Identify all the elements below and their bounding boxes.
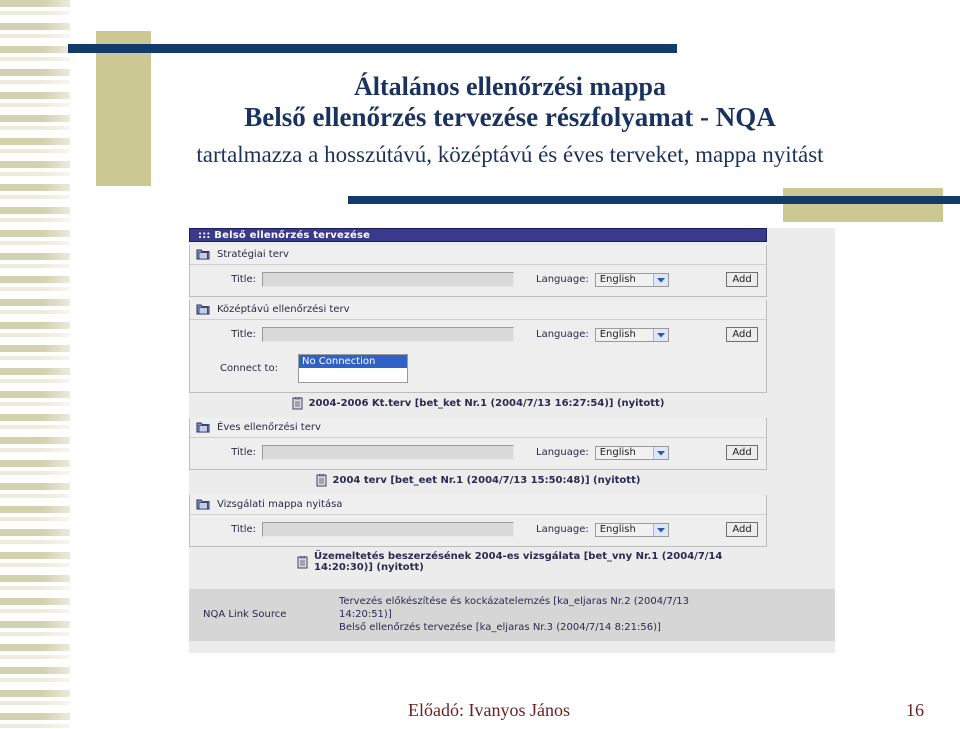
connect-row: Connect to: No Connection [198,354,758,383]
language-select[interactable]: English [594,327,669,342]
add-button[interactable]: Add [726,522,758,537]
footer-page-number: 16 [906,700,924,720]
language-value: English [599,329,636,340]
decorative-khaki-block-right [783,188,943,222]
section-header: Középtávú ellenőrzési terv [190,300,766,320]
decorative-navy-rule-bottom [348,196,960,204]
language-label: Language: [536,274,589,285]
section-strategiai-terv: Stratégiai terv Title: Language: English… [189,245,767,297]
language-label: Language: [536,447,589,458]
connect-to-listbox[interactable]: No Connection [298,354,408,383]
list-item[interactable] [299,368,407,382]
document-label: Üzemeltetés beszerzésének 2004-es vizsgá… [314,551,723,573]
nqa-link-source-row: NQA Link Source Tervezés előkészítése és… [189,589,835,641]
document-label: 2004 terv [bet_eet Nr.1 (2004/7/13 15:50… [332,475,641,486]
section-body: Title: Language: English Add [190,265,766,296]
section-header: Stratégiai terv [190,245,766,265]
chevron-down-icon[interactable] [652,446,668,459]
section-body: Title: Language: English Add [190,515,766,546]
chevron-down-icon[interactable] [652,523,668,536]
folder-icon [196,248,210,261]
form-row: Title: Language: English Add [198,272,758,287]
document-row[interactable]: 2004-2006 Kt.terv [bet_ket Nr.1 (2004/7/… [189,393,767,415]
title-input[interactable] [262,327,514,342]
section-title: Éves ellenőrzési terv [217,422,321,433]
chevron-down-icon[interactable] [652,273,668,286]
section-eves-ellenorzesi-terv: Éves ellenőrzési terv Title: Language: E… [189,418,767,470]
section-header: Vizsgálati mappa nyitása [190,495,766,515]
document-row[interactable]: Üzemeltetés beszerzésének 2004-es vizsgá… [189,547,767,578]
title-label: Title: [231,524,256,535]
footer-presenter: Előadó: Ivanyos János [408,700,570,720]
slide-heading: Általános ellenőrzési mappa Belső ellenő… [70,72,950,172]
app-window: ::: Belső ellenőrzés tervezése Stratégia… [189,228,835,641]
heading-line-2: Belső ellenőrzés tervezése részfolyamat … [244,102,776,132]
section-kozeptavu-ellenorzesi-terv: Középtávú ellenőrzési terv Title: Langua… [189,300,767,393]
section-header: Éves ellenőrzési terv [190,418,766,438]
section-title: Középtávú ellenőrzési terv [217,304,350,315]
language-label: Language: [536,329,589,340]
folder-icon [196,303,210,316]
section-title: Vizsgálati mappa nyitása [217,499,343,510]
title-label: Title: [231,274,256,285]
form-row: Title: Language: English Add [198,522,758,537]
language-value: English [599,447,636,458]
language-select[interactable]: English [594,272,669,287]
language-value: English [599,274,636,285]
language-select[interactable]: English [594,522,669,537]
folder-icon [196,498,210,511]
heading-line-1: Általános ellenőrzési mappa [354,72,666,101]
document-icon [297,555,308,569]
nqa-link-line[interactable]: Belső ellenőrzés tervezése [ka_eljaras N… [339,621,689,634]
nqa-link-source-values: Tervezés előkészítése és kockázatelemzés… [339,595,689,634]
add-button[interactable]: Add [726,272,758,287]
form-row: Title: Language: English Add [198,327,758,342]
document-icon [316,474,327,487]
document-row[interactable]: 2004 terv [bet_eet Nr.1 (2004/7/13 15:50… [189,470,767,492]
app-screenshot: ::: Belső ellenőrzés tervezése Stratégia… [189,228,835,653]
section-vizsgalati-mappa-nyitasa: Vizsgálati mappa nyitása Title: Language… [189,495,767,547]
section-title: Stratégiai terv [217,249,289,260]
connect-to-label: Connect to: [220,363,278,374]
title-input[interactable] [262,522,514,537]
form-row: Title: Language: English Add [198,445,758,460]
add-button[interactable]: Add [726,445,758,460]
language-select[interactable]: English [594,445,669,460]
list-item[interactable]: No Connection [299,355,407,368]
document-icon [292,397,303,410]
decorative-navy-rule-top [68,44,677,53]
nqa-link-line[interactable]: 14:20:51)] [339,608,689,621]
nqa-link-line[interactable]: Tervezés előkészítése és kockázatelemzés… [339,595,689,608]
nqa-link-source-label: NQA Link Source [203,609,287,620]
title-label: Title: [231,329,256,340]
title-label: Title: [231,447,256,458]
language-label: Language: [536,524,589,535]
language-value: English [599,524,636,535]
folder-icon [196,421,210,434]
title-input[interactable] [262,272,514,287]
section-body: Title: Language: English Add Connect to:… [190,320,766,392]
title-input[interactable] [262,445,514,460]
document-label: 2004-2006 Kt.terv [bet_ket Nr.1 (2004/7/… [308,398,665,409]
decorative-stripe-fade [0,0,70,729]
heading-line-3: tartalmazza a hosszútávú, középtávú és é… [196,142,824,167]
app-titlebar: ::: Belső ellenőrzés tervezése [189,228,767,242]
section-body: Title: Language: English Add [190,438,766,469]
add-button[interactable]: Add [726,327,758,342]
chevron-down-icon[interactable] [652,328,668,341]
